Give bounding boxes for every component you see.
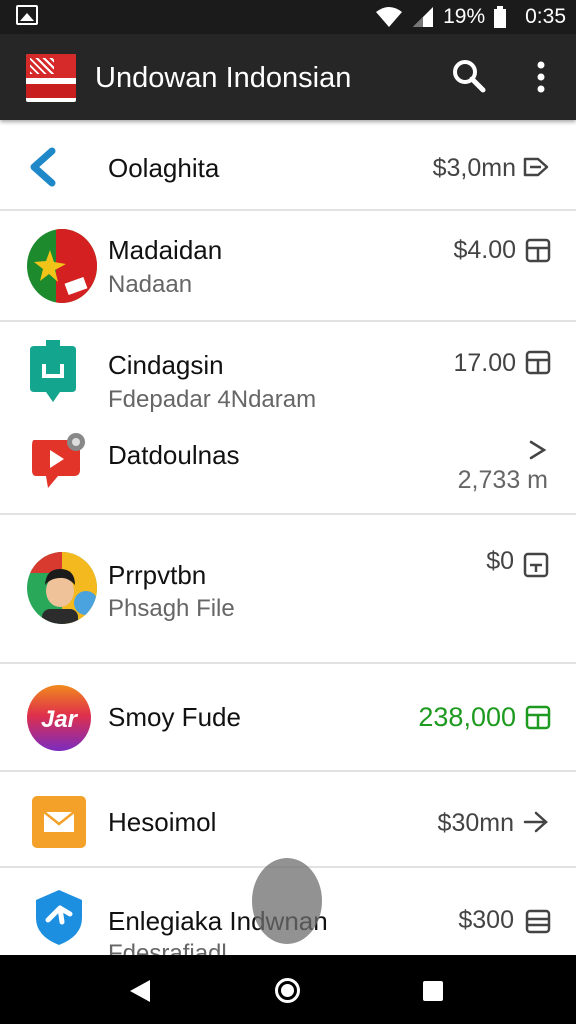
app-logo-icon [26,54,76,102]
touch-indicator [252,858,322,944]
teal-bag-icon [30,340,76,402]
item-amount: $300 [458,906,514,934]
flag-avatar-icon [27,229,97,303]
calendar-icon[interactable] [524,907,552,935]
item-amount: $4.00 [453,236,516,264]
calendar-icon[interactable] [524,236,552,264]
gallery-notification-icon [16,5,38,25]
signal-icon [413,7,434,27]
item-amount: 17.00 [453,349,516,377]
clock: 0:35 [525,5,566,28]
item-amount: 2,733 m [457,466,548,494]
chevron-right-icon[interactable] [524,436,552,464]
list-item[interactable]: Hesoimol $30mn [0,772,576,868]
item-name: Prrpvtbn [108,560,207,590]
back-triangle-icon[interactable] [130,980,150,1002]
child-avatar-icon [27,552,97,624]
item-subtitle: Fdepadar 4Ndaram [108,386,317,413]
blue-shield-icon [36,890,82,945]
edit-box-icon[interactable] [522,551,550,579]
calendar-icon[interactable] [524,703,552,731]
app-bar: Undowan Indonsian [0,34,576,120]
list-item[interactable]: Oolaghita $3,0mn [0,120,576,211]
item-name: Oolaghita [108,153,220,183]
list-item[interactable]: Cindagsin Fdepadar 4Ndaram 17.00 Datdoul… [0,322,576,515]
item-amount: $0 [486,547,514,575]
home-circle-icon[interactable] [275,978,300,1003]
search-icon[interactable] [449,56,489,96]
red-play-icon [32,433,85,488]
recents-square-icon[interactable] [423,981,443,1001]
item-amount: $30mn [437,809,514,837]
wifi-icon [376,7,403,27]
more-options-icon[interactable] [526,58,556,98]
item-name: Madaidan [108,235,223,265]
back-chevron-icon[interactable] [26,147,62,187]
item-name: Cindagsin [108,350,224,380]
arrow-right-outline-icon[interactable] [522,153,550,181]
item-name: Smoy Fude [108,702,241,732]
app-title: Undowan Indonsian [95,62,352,94]
mail-icon [32,796,86,848]
navigation-bar [0,955,576,1024]
item-amount: 238,000 [418,702,516,732]
item-subtitle: Nadaan [108,271,193,298]
calendar-icon[interactable] [524,348,552,376]
item-amount: $3,0mn [432,154,516,182]
item-subtitle: Phsagh File [108,595,235,622]
item-name: Datdoulnas [108,440,240,470]
list-item[interactable]: Prrpvtbn Phsagh File $0 [0,515,576,664]
battery-icon [494,6,507,28]
item-name: Hesoimol [108,807,217,837]
gradient-logo-icon: Jar [27,685,91,751]
list-item[interactable]: Jar Smoy Fude 238,000 [0,664,576,772]
status-bar: 19% 0:35 [0,0,576,34]
status-icons: 19% 0:35 [375,3,566,31]
battery-percent: 19% [443,5,486,28]
arrow-right-icon[interactable] [522,808,550,836]
svg-text:Jar: Jar [41,706,79,733]
list-item[interactable]: Madaidan Nadaan $4.00 [0,211,576,322]
